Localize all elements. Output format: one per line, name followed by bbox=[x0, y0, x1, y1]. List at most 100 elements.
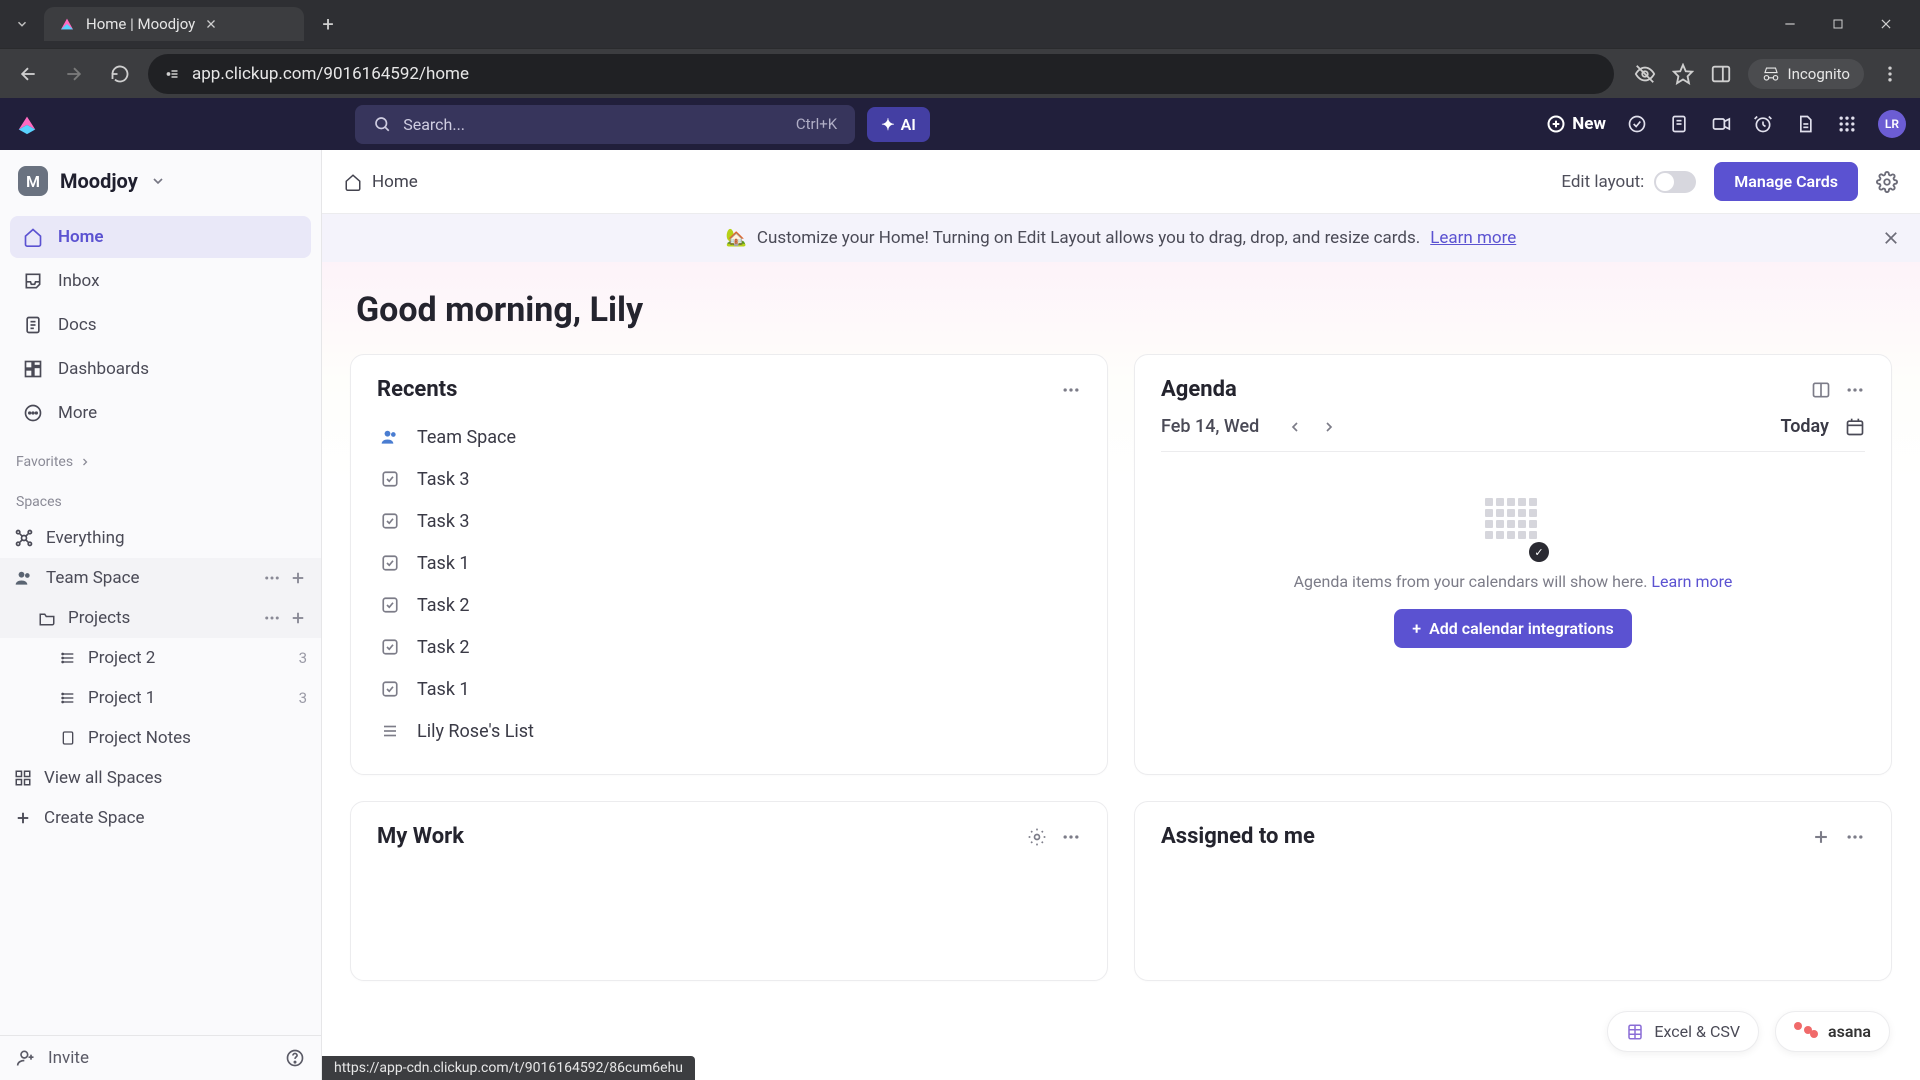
tab-close-icon[interactable] bbox=[205, 18, 217, 30]
sidebar-item-view-all-spaces[interactable]: View all Spaces bbox=[0, 758, 321, 798]
check-badge-icon: ✓ bbox=[1529, 542, 1549, 562]
breadcrumb[interactable]: Home bbox=[344, 172, 418, 192]
sidebar-item-docs[interactable]: Docs bbox=[10, 304, 311, 346]
manage-cards-button[interactable]: Manage Cards bbox=[1714, 162, 1858, 201]
agenda-empty-text: Agenda items from your calendars will sh… bbox=[1294, 572, 1648, 591]
browser-back-button[interactable] bbox=[10, 56, 46, 92]
task-check-icon[interactable] bbox=[1626, 113, 1648, 135]
recent-item-task[interactable]: Task 2 bbox=[377, 584, 1081, 626]
breadcrumb-label: Home bbox=[372, 172, 418, 192]
more-dots-icon[interactable] bbox=[1845, 827, 1865, 847]
user-plus-icon bbox=[16, 1048, 36, 1068]
more-dots-icon[interactable] bbox=[263, 569, 281, 587]
banner-close-icon[interactable] bbox=[1882, 229, 1900, 247]
task-icon bbox=[379, 678, 401, 700]
more-dots-icon[interactable] bbox=[1061, 827, 1081, 847]
new-button[interactable]: New bbox=[1546, 114, 1606, 134]
sidebar-item-inbox[interactable]: Inbox bbox=[10, 260, 311, 302]
site-info-icon[interactable] bbox=[164, 65, 182, 83]
browser-menu-icon[interactable] bbox=[1880, 64, 1900, 84]
recent-item-task[interactable]: Task 1 bbox=[377, 542, 1081, 584]
plus-icon[interactable] bbox=[289, 609, 307, 627]
doc-icon[interactable] bbox=[1794, 113, 1816, 135]
plus-icon[interactable] bbox=[1811, 827, 1831, 847]
favorites-section[interactable]: Favorites bbox=[0, 438, 321, 478]
home-icon bbox=[22, 226, 44, 248]
sidebar-item-projects[interactable]: Projects bbox=[0, 598, 321, 638]
dashboard-icon bbox=[22, 358, 44, 380]
url-text: app.clickup.com/9016164592/home bbox=[192, 64, 469, 84]
excel-csv-import-chip[interactable]: Excel & CSV bbox=[1607, 1011, 1759, 1052]
user-avatar[interactable]: LR bbox=[1878, 110, 1906, 138]
notepad-icon[interactable] bbox=[1668, 113, 1690, 135]
gear-icon[interactable] bbox=[1876, 171, 1898, 193]
task-icon bbox=[379, 468, 401, 490]
everything-icon bbox=[14, 528, 34, 548]
chevron-down-icon bbox=[150, 173, 166, 189]
sidebar-item-project-1[interactable]: Project 1 3 bbox=[0, 678, 321, 718]
browser-tab[interactable]: Home | Moodjoy bbox=[44, 7, 304, 41]
agenda-prev-button[interactable] bbox=[1287, 419, 1303, 435]
recent-item-task[interactable]: Task 3 bbox=[377, 500, 1081, 542]
agenda-date: Feb 14, Wed bbox=[1161, 416, 1259, 437]
video-icon[interactable] bbox=[1710, 113, 1732, 135]
sidebar-label: Projects bbox=[68, 608, 130, 628]
recent-item-task[interactable]: Task 2 bbox=[377, 626, 1081, 668]
recent-item-task[interactable]: Task 3 bbox=[377, 458, 1081, 500]
url-bar[interactable]: app.clickup.com/9016164592/home bbox=[148, 54, 1614, 94]
add-calendar-button[interactable]: + Add calendar integrations bbox=[1394, 609, 1631, 648]
assigned-title: Assigned to me bbox=[1161, 824, 1315, 849]
incognito-label: Incognito bbox=[1788, 65, 1850, 83]
today-button[interactable]: Today bbox=[1781, 416, 1830, 437]
edit-layout-toggle[interactable] bbox=[1654, 171, 1696, 193]
window-maximize[interactable] bbox=[1828, 14, 1848, 34]
recent-label: Task 3 bbox=[417, 469, 470, 490]
invite-button[interactable]: Invite bbox=[0, 1035, 321, 1080]
plus-icon[interactable] bbox=[289, 569, 307, 587]
bookmark-star-icon[interactable] bbox=[1672, 63, 1694, 85]
sidebar-item-create-space[interactable]: Create Space bbox=[0, 798, 321, 838]
sidebar-item-project-2[interactable]: Project 2 3 bbox=[0, 638, 321, 678]
more-dots-icon[interactable] bbox=[1061, 380, 1081, 400]
side-panel-icon[interactable] bbox=[1710, 63, 1732, 85]
help-icon[interactable] bbox=[285, 1048, 305, 1068]
new-tab-button[interactable]: + bbox=[312, 8, 344, 40]
sidebar-item-everything[interactable]: Everything bbox=[0, 518, 321, 558]
recent-label: Team Space bbox=[417, 427, 516, 448]
more-dots-icon[interactable] bbox=[1845, 380, 1865, 400]
sidebar-item-project-notes[interactable]: Project Notes bbox=[0, 718, 321, 758]
sidebar-label: Project 1 bbox=[88, 688, 155, 708]
calendar-empty-icon: ✓ bbox=[1485, 498, 1541, 554]
sidebar-item-more[interactable]: More bbox=[10, 392, 311, 434]
gear-icon[interactable] bbox=[1027, 827, 1047, 847]
recent-label: Task 1 bbox=[417, 679, 470, 700]
search-input[interactable]: Search... Ctrl+K bbox=[355, 105, 855, 144]
page-greeting: Good morning, Lily bbox=[356, 290, 1886, 330]
window-close[interactable] bbox=[1876, 14, 1896, 34]
calendar-icon[interactable] bbox=[1845, 417, 1865, 437]
apps-grid-icon[interactable] bbox=[1836, 113, 1858, 135]
incognito-indicator[interactable]: Incognito bbox=[1748, 59, 1864, 89]
panel-icon[interactable] bbox=[1811, 380, 1831, 400]
recent-item-space[interactable]: Team Space bbox=[377, 416, 1081, 458]
recent-item-task[interactable]: Task 1 bbox=[377, 668, 1081, 710]
browser-forward-button[interactable] bbox=[56, 56, 92, 92]
asana-import-chip[interactable]: asana bbox=[1775, 1011, 1890, 1052]
agenda-next-button[interactable] bbox=[1321, 419, 1337, 435]
agenda-learn-more-link[interactable]: Learn more bbox=[1651, 572, 1732, 591]
banner-learn-more-link[interactable]: Learn more bbox=[1430, 228, 1516, 248]
window-minimize[interactable] bbox=[1780, 14, 1800, 34]
browser-reload-button[interactable] bbox=[102, 56, 138, 92]
alarm-icon[interactable] bbox=[1752, 113, 1774, 135]
ai-button[interactable]: ✦ AI bbox=[867, 107, 930, 142]
sidebar-item-team-space[interactable]: Team Space bbox=[0, 558, 321, 598]
clickup-logo[interactable] bbox=[14, 111, 40, 137]
eye-off-icon[interactable] bbox=[1634, 63, 1656, 85]
recent-item-list[interactable]: Lily Rose's List bbox=[377, 710, 1081, 752]
more-icon bbox=[22, 402, 44, 424]
tab-list-dropdown[interactable] bbox=[8, 10, 36, 38]
workspace-switcher[interactable]: M Moodjoy bbox=[0, 150, 321, 212]
more-dots-icon[interactable] bbox=[263, 609, 281, 627]
sidebar-item-home[interactable]: Home bbox=[10, 216, 311, 258]
sidebar-item-dashboards[interactable]: Dashboards bbox=[10, 348, 311, 390]
